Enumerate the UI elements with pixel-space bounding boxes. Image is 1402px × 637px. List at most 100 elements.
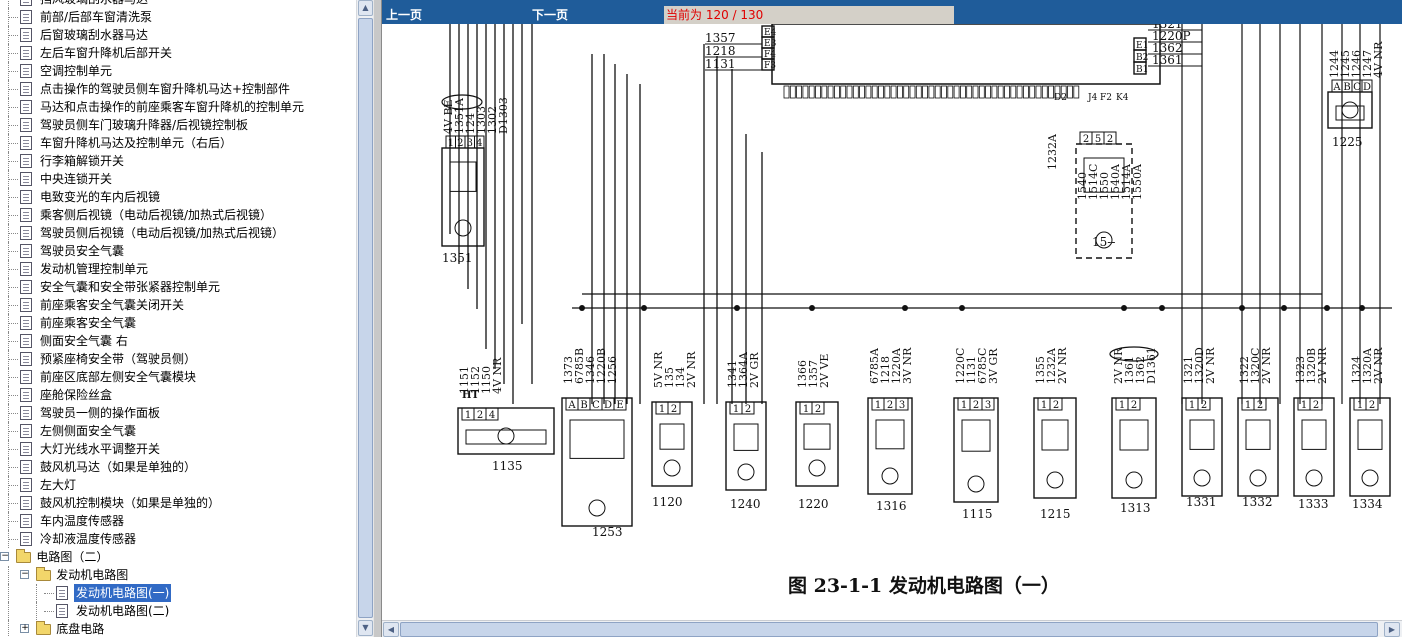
tree-folder-section[interactable]: − 电路图（二） <box>0 548 356 566</box>
connector-pin-label: 1 <box>1041 400 1047 411</box>
component-symbol <box>1046 471 1064 489</box>
tree-item-doc[interactable]: 冷却液温度传感器 <box>0 530 356 548</box>
component-symbol <box>588 499 606 517</box>
tree-guide-line <box>8 215 18 216</box>
tree-item-doc[interactable]: 乘客侧后视镜（电动后视镜/加热式后视镜） <box>0 206 356 224</box>
tree-item-selected[interactable]: 发动机电路图(一) <box>0 584 356 602</box>
connector-pin-label: 2 <box>1131 400 1137 411</box>
engine-wiring-diagram: E4E3F4F3135712181131E1B2B113211220P13621… <box>441 24 1392 597</box>
tree-item-doc[interactable]: 左大灯 <box>0 476 356 494</box>
scroll-up-arrow-icon[interactable]: ▲ <box>358 0 373 16</box>
tree-item-doc[interactable]: 行李箱解锁开关 <box>0 152 356 170</box>
ecu-pin <box>941 85 947 99</box>
scroll-down-arrow-icon[interactable]: ▼ <box>358 620 373 636</box>
horizontal-scrollbar[interactable]: ◀ ▶ <box>382 620 1402 637</box>
tree-item-label: 驾驶员侧后视镜（电动后视镜/加热式后视镜） <box>40 226 285 240</box>
tree-item-doc[interactable]: 大灯光线水平调整开关 <box>0 440 356 458</box>
prev-page-link[interactable]: 上一页 <box>386 6 422 24</box>
tree-item-label: 冷却液温度传感器 <box>40 532 137 546</box>
collapse-toggle-icon[interactable]: − <box>20 570 30 579</box>
tree-item-doc[interactable]: 鼓风机马达（如果是单独的） <box>0 458 356 476</box>
ecu-pin <box>852 85 859 99</box>
component-1351 <box>441 147 485 247</box>
component-symbol <box>1119 419 1149 451</box>
connector-pin-label: 1 <box>659 404 665 415</box>
connector-pin-label: 1 <box>1189 400 1195 411</box>
scroll-right-arrow-icon[interactable]: ▶ <box>1384 622 1400 637</box>
tree-guide-line <box>8 71 18 72</box>
tree-item-doc[interactable]: 鼓风机控制模块（如果是单独的） <box>0 494 356 512</box>
tree-guide-line <box>8 431 18 432</box>
component-symbol <box>961 419 991 452</box>
tree-guide-line <box>8 269 18 270</box>
tree-item-doc[interactable]: 侧面安全气囊 右 <box>0 332 356 350</box>
document-icon <box>56 586 68 600</box>
tree-item-doc[interactable]: 车窗升降机马达及控制单元（右后） <box>0 134 356 152</box>
tree-item-doc[interactable]: 空调控制单元 <box>0 62 356 80</box>
tree-item-doc[interactable]: 前座乘客安全气囊关闭开关 <box>0 296 356 314</box>
tree-item-label: 电致变光的车内后视镜 <box>40 190 161 204</box>
connector-pin-label: 2 <box>973 400 979 411</box>
tree-item-doc[interactable]: 前座乘客安全气囊 <box>0 314 356 332</box>
tree-item-doc[interactable]: 左后车窗升降机后部开关 <box>0 44 356 62</box>
wire-label: 2V NR <box>1204 347 1217 384</box>
collapse-toggle-icon[interactable]: − <box>0 552 10 561</box>
tree-item-doc[interactable]: 预紧座椅安全带（驾驶员侧） <box>0 350 356 368</box>
tree-folder-chassis[interactable]: + 底盘电路 <box>0 620 356 637</box>
component-symbol <box>1245 419 1271 450</box>
document-icon <box>20 424 32 438</box>
tree-item-doc[interactable]: 电致变光的车内后视镜 <box>0 188 356 206</box>
tree-guide-line <box>8 161 18 162</box>
tree-item-doc[interactable]: 车内温度传感器 <box>0 512 356 530</box>
tree-scroll-thumb[interactable] <box>358 18 373 618</box>
tree-item-doc[interactable]: 发动机管理控制单元 <box>0 260 356 278</box>
ecu-pin <box>1067 85 1073 99</box>
document-icon <box>20 370 32 384</box>
connector-pin-label: 1 <box>465 410 471 421</box>
component-symbol <box>449 161 477 192</box>
tree-item-doc[interactable]: 前部/后部车窗清洗泵 <box>0 8 356 26</box>
wire-label: 4V NR <box>1372 41 1385 78</box>
document-icon <box>20 388 32 402</box>
tree-item-label: 发动机管理控制单元 <box>40 262 149 276</box>
tree-item-label: 乘客侧后视镜（电动后视镜/加热式后视镜） <box>40 208 273 222</box>
tree-folder-engine[interactable]: − 发动机电路图 <box>0 566 356 584</box>
pane-splitter[interactable] <box>373 0 382 637</box>
tree-item-doc[interactable]: 驾驶员一侧的操作面板 <box>0 404 356 422</box>
tree-item-doc[interactable]: 点击操作的驾驶员侧车窗升降机马达+控制部件 <box>0 80 356 98</box>
tree-guide-line <box>36 602 37 620</box>
ecu-pin <box>815 85 821 99</box>
tree-item-doc[interactable]: 后窗玻璃刮水器马达 <box>0 26 356 44</box>
tree-item-doc[interactable]: 前座区底部左侧安全气囊模块 <box>0 368 356 386</box>
component-1240 <box>725 401 767 491</box>
connector-pin-label: 2 <box>1369 400 1375 411</box>
tree-item-doc[interactable]: 左侧侧面安全气囊 <box>0 422 356 440</box>
ecu-pin <box>1016 85 1023 99</box>
tree-item-doc[interactable]: 中央连锁开关 <box>0 170 356 188</box>
component-id-label: 1240 <box>730 497 761 511</box>
tree-item-doc[interactable]: 驾驶员安全气囊 <box>0 242 356 260</box>
connector-pin-label: 4 <box>476 138 482 149</box>
tree-item-label: 座舱保险丝盒 <box>40 388 113 402</box>
connector-pin-label: E <box>616 400 623 411</box>
wire-label: 1550A <box>1131 163 1144 200</box>
tree-item-doc[interactable]: 驾驶员侧后视镜（电动后视镜/加热式后视镜） <box>0 224 356 242</box>
tree-item-label: 发动机电路图(二) <box>76 604 170 618</box>
expand-toggle-icon[interactable]: + <box>20 624 30 633</box>
horizontal-scroll-thumb[interactable] <box>400 622 1378 637</box>
ecu-pin <box>890 85 897 99</box>
tree-item-doc[interactable]: 安全气囊和安全带张紧器控制单元 <box>0 278 356 296</box>
tree-scrollbar[interactable]: ▲ ▼ <box>356 0 373 637</box>
scroll-left-arrow-icon[interactable]: ◀ <box>383 622 399 637</box>
tree-item-doc[interactable]: 座舱保险丝盒 <box>0 386 356 404</box>
tree-item-doc[interactable]: 马达和点击操作的前座乘客车窗升降机的控制单元 <box>0 98 356 116</box>
component-symbol <box>737 463 755 481</box>
document-icon <box>20 496 32 510</box>
tree-guide-line <box>8 539 18 540</box>
tree-item-label: 发动机电路图 <box>56 568 129 582</box>
tree-item-doc[interactable]: 挡风玻璃刮水器马达 <box>0 0 356 8</box>
tree-item-doc[interactable]: 发动机电路图(二) <box>0 602 356 620</box>
tree-guide-line <box>8 197 18 198</box>
tree-item-doc[interactable]: 驾驶员侧车门玻璃升降器/后视镜控制板 <box>0 116 356 134</box>
next-page-link[interactable]: 下一页 <box>532 6 568 24</box>
